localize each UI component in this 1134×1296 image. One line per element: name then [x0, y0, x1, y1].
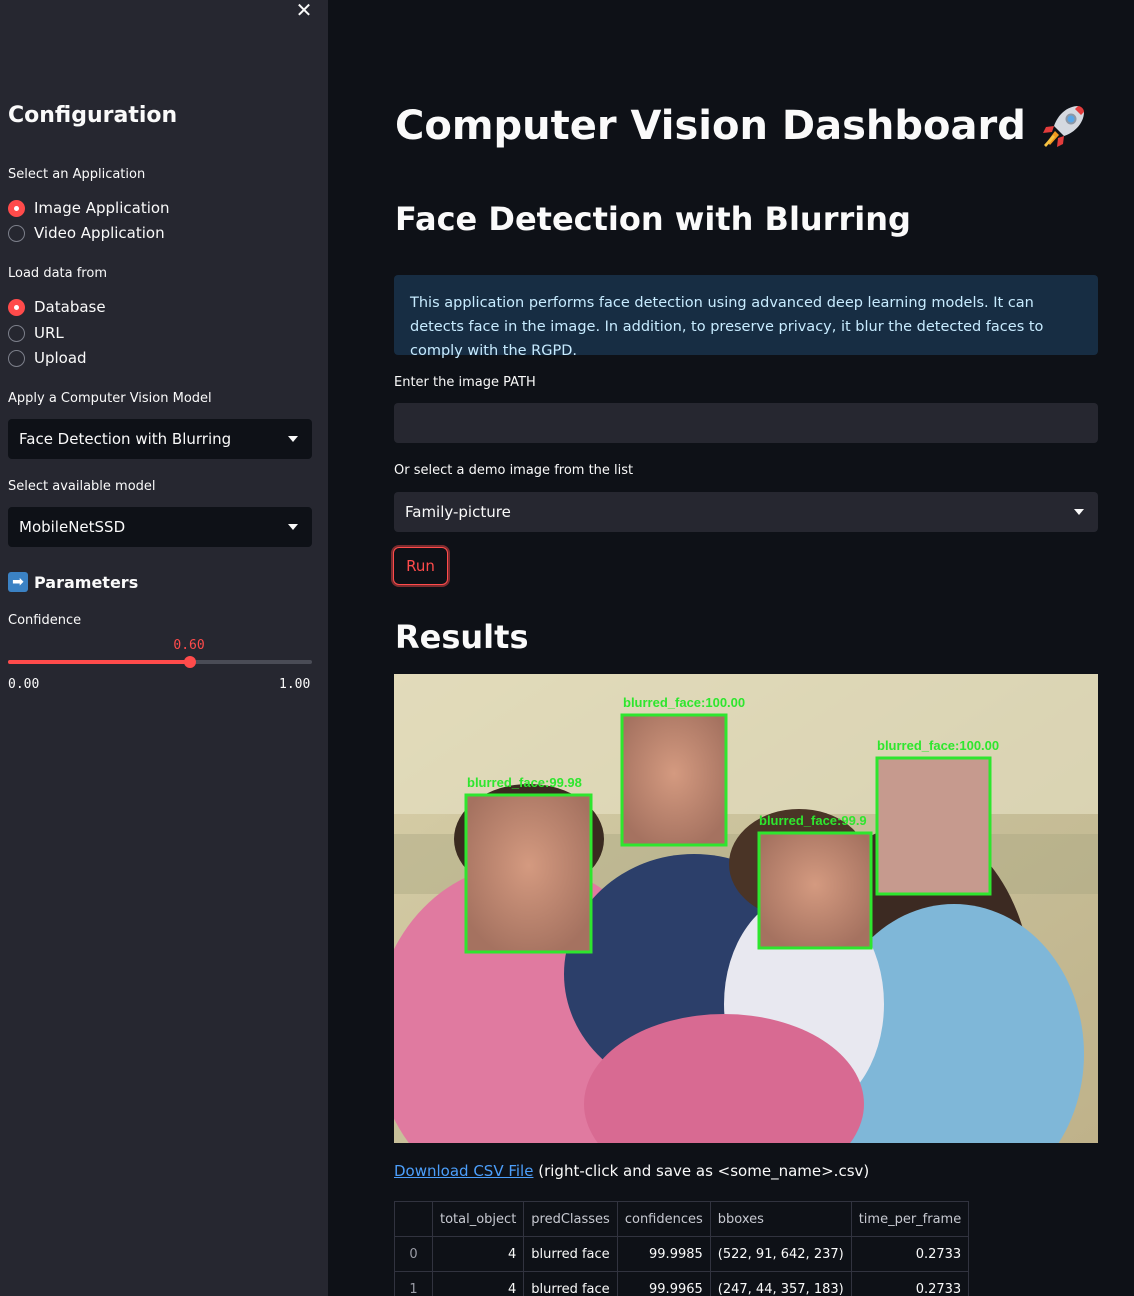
results-table: total_object predClasses confidences bbo… — [394, 1201, 970, 1296]
radio-url[interactable]: URL — [8, 324, 64, 342]
table-row: 1 4 blurred face 99.9965 (247, 44, 357, … — [394, 1271, 970, 1296]
download-note: (right-click and save as <some_name>.csv… — [538, 1162, 870, 1180]
info-box: This application performs face detection… — [394, 275, 1098, 359]
column-header[interactable]: bboxes — [709, 1201, 852, 1237]
parameters-title: Parameters — [34, 572, 139, 592]
table-cell: 0.2733 — [850, 1271, 970, 1296]
confidence-value: 0.60 — [173, 638, 205, 653]
column-header[interactable]: time_per_frame — [850, 1201, 970, 1237]
table-cell: 0.2733 — [850, 1236, 970, 1272]
available-model-value: MobileNetSSD — [19, 518, 126, 536]
column-header[interactable]: total_object — [431, 1201, 525, 1237]
radio-label: Database — [34, 298, 106, 316]
demo-select-label: Or select a demo image from the list — [394, 463, 634, 478]
radio-label: URL — [34, 324, 64, 342]
run-button[interactable]: Run — [393, 547, 448, 585]
sidebar: ✕ Configuration Select an Application Im… — [0, 0, 328, 1296]
demo-image-select[interactable]: Family-picture — [394, 492, 1098, 532]
image-path-input[interactable] — [394, 403, 1098, 443]
page-title-text: Computer Vision Dashboard — [395, 103, 1026, 149]
radio-upload[interactable]: Upload — [8, 349, 87, 367]
slider-thumb[interactable] — [184, 656, 197, 668]
detection-label: blurred_face:99.98 — [467, 775, 582, 790]
available-model-label: Select available model — [8, 479, 156, 494]
slider-fill — [8, 660, 191, 664]
detection-label: blurred_face:100.00 — [623, 695, 745, 710]
table-cell: 4 — [431, 1271, 525, 1296]
table-cell: 99.9985 — [616, 1236, 711, 1272]
path-input-label: Enter the image PATH — [394, 375, 536, 390]
confidence-min: 0.00 — [8, 677, 40, 692]
load-data-label: Load data from — [8, 266, 107, 281]
table-cell: (247, 44, 357, 183) — [709, 1271, 852, 1296]
radio-unselected-icon — [8, 324, 25, 342]
detection-label: blurred_face:99.9 — [759, 813, 867, 828]
demo-image-value: Family-picture — [405, 503, 511, 521]
radio-label: Upload — [34, 349, 87, 367]
radio-video-application[interactable]: Video Application — [8, 224, 165, 242]
confidence-max: 1.00 — [279, 677, 311, 692]
radio-database[interactable]: Database — [8, 298, 106, 316]
available-model-select[interactable]: MobileNetSSD — [8, 507, 312, 547]
chevron-down-icon — [288, 436, 298, 442]
radio-unselected-icon — [8, 349, 25, 367]
table-cell: 99.9965 — [616, 1271, 711, 1296]
rocket-icon — [1042, 106, 1084, 147]
radio-selected-icon — [8, 298, 25, 316]
row-index: 0 — [394, 1236, 433, 1272]
radio-unselected-icon — [8, 224, 25, 242]
chevron-down-icon — [1074, 509, 1084, 515]
table-cell: 4 — [431, 1236, 525, 1272]
section-title: Face Detection with Blurring — [395, 200, 911, 238]
confidence-slider[interactable] — [8, 656, 312, 668]
download-csv-link[interactable]: Download CSV File — [394, 1162, 533, 1180]
parameters-heading: ➡ Parameters — [8, 572, 138, 592]
close-icon[interactable]: ✕ — [294, 0, 314, 20]
page-title: Computer Vision Dashboard — [395, 100, 1090, 152]
radio-label: Video Application — [34, 224, 165, 242]
table-cell: blurred face — [523, 1271, 618, 1296]
results-title: Results — [395, 618, 529, 656]
application-label: Select an Application — [8, 167, 146, 182]
download-line: Download CSV File (right-click and save … — [394, 1162, 869, 1180]
detection-label: blurred_face:100.00 — [877, 738, 999, 753]
sidebar-title: Configuration — [8, 103, 178, 128]
arrow-right-icon: ➡ — [8, 572, 28, 592]
row-index: 1 — [394, 1271, 433, 1296]
column-header[interactable]: predClasses — [523, 1201, 618, 1237]
result-image: blurred_face:100.00 blurred_face:100.00 … — [394, 674, 1098, 1143]
radio-image-application[interactable]: Image Application — [8, 199, 170, 217]
table-cell: blurred face — [523, 1236, 618, 1272]
chevron-down-icon — [288, 524, 298, 530]
cv-model-select[interactable]: Face Detection with Blurring — [8, 419, 312, 459]
table-row: 0 4 blurred face 99.9985 (522, 91, 642, … — [394, 1236, 970, 1272]
radio-selected-icon — [8, 199, 25, 217]
radio-label: Image Application — [34, 199, 170, 217]
table-cell: (522, 91, 642, 237) — [709, 1236, 852, 1272]
cv-model-label: Apply a Computer Vision Model — [8, 391, 212, 406]
table-header-row: total_object predClasses confidences bbo… — [394, 1201, 970, 1237]
cv-model-value: Face Detection with Blurring — [19, 430, 232, 448]
column-header[interactable] — [394, 1201, 433, 1237]
confidence-label: Confidence — [8, 613, 82, 628]
column-header[interactable]: confidences — [616, 1201, 711, 1237]
